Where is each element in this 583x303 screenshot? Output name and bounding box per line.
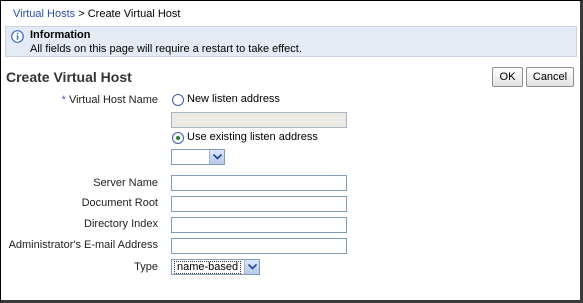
info-message: All fields on this page will require a r… [30, 43, 302, 55]
type-label: Type [134, 261, 158, 273]
required-marker: * [61, 94, 66, 106]
info-icon [11, 30, 24, 43]
document-root-label: Document Root [81, 197, 158, 209]
dialog-frame: Virtual Hosts > Create Virtual Host Info… [0, 0, 583, 303]
admin-email-label: Administrator's E-mail Address [8, 239, 158, 251]
type-select-value: name-based [174, 261, 242, 274]
info-banner: Information All fields on this page will… [5, 26, 577, 57]
virtual-host-name-label: * Virtual Host Name [62, 94, 158, 106]
breadcrumb: Virtual Hosts > Create Virtual Host [13, 8, 180, 20]
chevron-down-icon[interactable] [244, 260, 259, 274]
server-name-input[interactable] [171, 175, 347, 191]
breadcrumb-link-virtual-hosts[interactable]: Virtual Hosts [13, 8, 75, 20]
existing-listen-address-select[interactable] [171, 149, 225, 165]
server-name-label: Server Name [93, 177, 158, 189]
new-listen-address-input[interactable] [171, 112, 347, 128]
new-listen-address-label: New listen address [187, 93, 280, 105]
virtual-host-name-label-text: Virtual Host Name [68, 94, 158, 106]
document-root-input[interactable] [171, 196, 347, 212]
chevron-down-icon[interactable] [209, 150, 224, 164]
ok-button[interactable]: OK [492, 67, 523, 87]
breadcrumb-current: Create Virtual Host [87, 8, 181, 20]
cancel-button[interactable]: Cancel [526, 67, 574, 87]
page-title: Create Virtual Host [6, 69, 132, 85]
info-title: Information [30, 29, 91, 41]
use-existing-listen-address-label: Use existing listen address [187, 131, 318, 143]
admin-email-input[interactable] [171, 238, 347, 254]
type-select[interactable]: name-based [171, 259, 260, 275]
directory-index-input[interactable] [171, 217, 347, 233]
directory-index-label: Directory Index [84, 218, 158, 230]
breadcrumb-separator: > [78, 8, 85, 20]
use-existing-listen-address-radio[interactable] [172, 132, 184, 144]
new-listen-address-radio[interactable] [172, 94, 184, 106]
